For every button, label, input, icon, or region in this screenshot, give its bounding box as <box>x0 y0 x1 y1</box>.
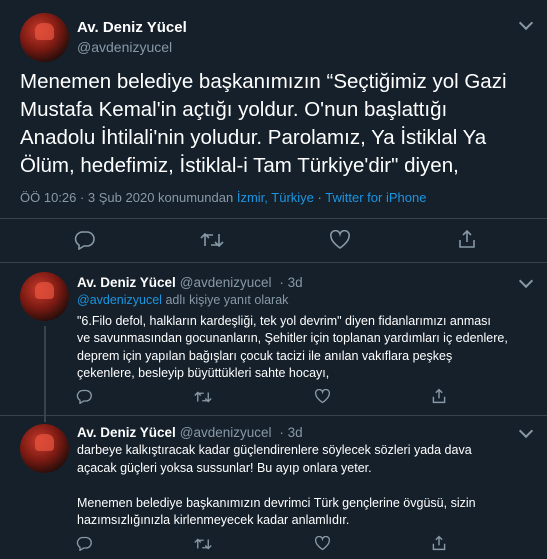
divider <box>0 218 547 219</box>
source-link[interactable]: Twitter for iPhone <box>325 190 426 205</box>
tweet-text-line: Mustafa Kemal'in açtığı yoldur. O'nun ba… <box>20 98 448 121</box>
author-handle[interactable]: @avdenizyucel <box>180 275 272 290</box>
tweet-meta: ÖÖ 10:26 · 3 Şub 2020 konumundan İzmir, … <box>20 190 426 205</box>
share-icon[interactable] <box>431 388 447 404</box>
chevron-down-icon[interactable] <box>518 423 534 439</box>
reply-text-line: ve savunmasından gocunanların, Şehitler … <box>77 331 508 345</box>
author-name[interactable]: Av. Deniz Yücel <box>77 19 187 36</box>
divider <box>0 415 547 416</box>
thread-line <box>44 326 46 422</box>
chevron-down-icon[interactable] <box>518 15 534 31</box>
like-icon[interactable] <box>314 536 331 551</box>
chevron-down-icon[interactable] <box>518 273 534 289</box>
author-name[interactable]: Av. Deniz Yücel <box>77 425 176 440</box>
divider <box>0 262 547 263</box>
tweet-text: Menemen belediye başkanımızın “Seçtiğimi… <box>20 68 530 180</box>
author-name[interactable]: Av. Deniz Yücel <box>77 275 176 290</box>
reply-icon[interactable] <box>76 389 93 404</box>
author-handle[interactable]: @avdenizyucel <box>180 425 272 440</box>
share-icon[interactable] <box>457 229 477 249</box>
replying-to: @avdenizyucel adlı kişiye yanıt olarak <box>77 292 527 310</box>
reply-text-line: çekenlere, besleyip büyüttükleri sahte h… <box>77 366 330 380</box>
reply-text-line: Menemen belediye başkanımızın devrimci T… <box>77 495 476 510</box>
meta-separator: · <box>317 190 322 205</box>
share-icon[interactable] <box>431 535 447 551</box>
reply-icon[interactable] <box>76 536 93 551</box>
reply-author-line: Av. Deniz Yücel @avdenizyucel · 3d <box>77 425 303 440</box>
replying-handle[interactable]: @avdenizyucel <box>77 293 162 307</box>
reply-age[interactable]: · 3d <box>279 425 302 440</box>
reply-author-line: Av. Deniz Yücel @avdenizyucel · 3d <box>77 275 303 290</box>
tweet-text-line: Menemen belediye başkanımızın “Seçtiğimi… <box>20 70 507 93</box>
reply-blank-line <box>77 477 527 495</box>
location-link[interactable]: İzmir, Türkiye <box>237 190 314 205</box>
avatar[interactable] <box>20 272 69 321</box>
timestamp[interactable]: ÖÖ 10:26 · 3 Şub 2020 konumundan <box>20 190 233 205</box>
retweet-icon[interactable] <box>200 231 224 249</box>
reply-text-line: "6.Filo defol, halkların kardeşliği, tek… <box>77 313 491 328</box>
reply-text-line: darbeye kalkıştıracak kadar güçlendirenl… <box>77 443 472 457</box>
retweet-icon[interactable] <box>194 390 212 404</box>
reply-text-line: deprem için yapılan bağışları çocuk taci… <box>77 348 453 363</box>
like-icon[interactable] <box>329 230 351 250</box>
tweet-text-line: Ölüm, hedefimiz, İstiklal-i Tam Türkiye'… <box>20 154 459 177</box>
reply-age[interactable]: · 3d <box>279 275 302 290</box>
reply-body: @avdenizyucel adlı kişiye yanıt olarak "… <box>77 292 527 383</box>
tweet-text-line: Anadolu İhtilali'nin yoludur. Parolamız,… <box>20 126 487 149</box>
reply-body: darbeye kalkıştıracak kadar güçlendirenl… <box>77 442 527 530</box>
replying-suffix: adlı kişiye yanıt olarak <box>165 293 289 307</box>
reply-text-line: hazımsızlığınızla kirlenmeyecek kadar an… <box>77 513 350 527</box>
retweet-icon[interactable] <box>194 537 212 551</box>
like-icon[interactable] <box>314 389 331 404</box>
avatar[interactable] <box>20 424 69 473</box>
avatar[interactable] <box>20 13 69 62</box>
reply-text-line: açacak güçleri yoksa sussunlar! Bu ayıp … <box>77 460 372 475</box>
author-handle[interactable]: @avdenizyucel <box>77 39 172 55</box>
reply-icon[interactable] <box>74 230 96 250</box>
